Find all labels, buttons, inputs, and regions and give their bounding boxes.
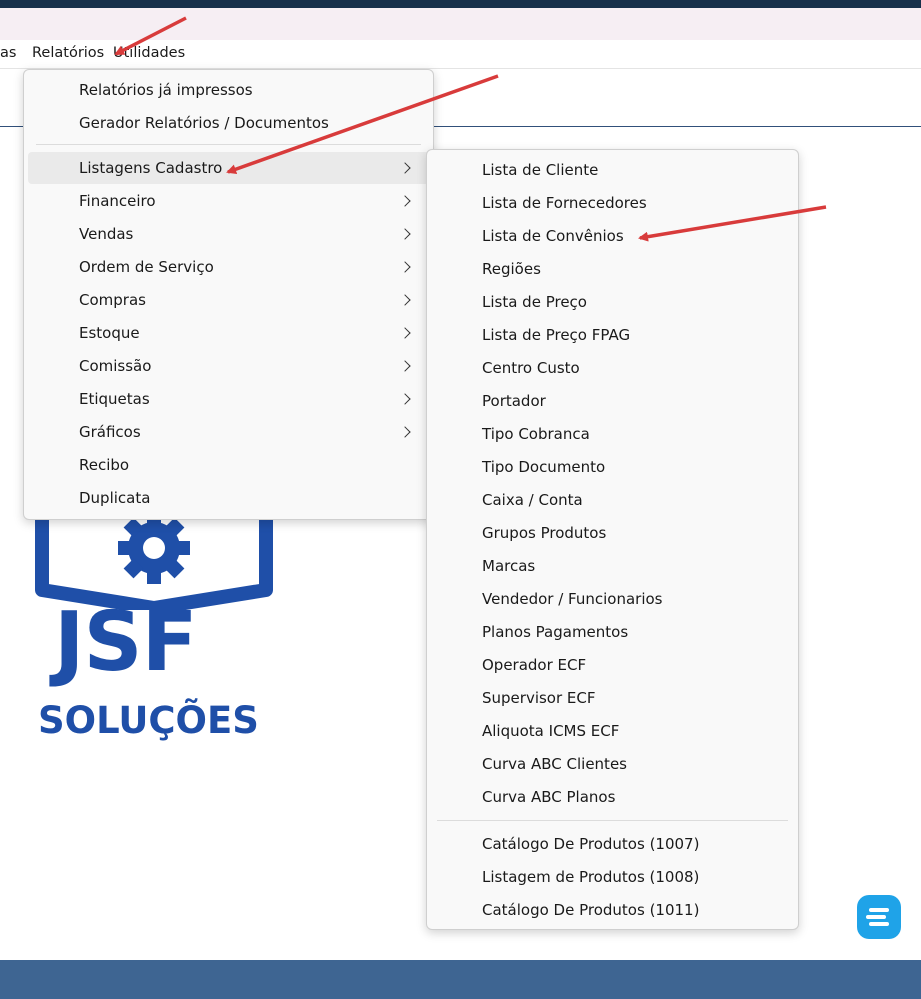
submenu-item-label: Lista de Fornecedores: [482, 194, 647, 212]
submenu-item-lista-de-fornecedores[interactable]: Lista de Fornecedores: [431, 187, 794, 219]
menu-item-financeiro[interactable]: Financeiro: [28, 185, 429, 217]
menu-item-label: Relatórios já impressos: [79, 81, 253, 99]
menu-item-ordem-de-servico[interactable]: Ordem de Serviço: [28, 251, 429, 283]
submenu-item-centro-custo[interactable]: Centro Custo: [431, 352, 794, 384]
menu-item-gerador-relatorios[interactable]: Gerador Relatórios / Documentos: [28, 107, 429, 139]
submenu-item-curva-abc-planos[interactable]: Curva ABC Planos: [431, 781, 794, 813]
submenu-item-operador-ecf[interactable]: Operador ECF: [431, 649, 794, 681]
submenu-item-lista-de-preco[interactable]: Lista de Preço: [431, 286, 794, 318]
submenu-item-label: Caixa / Conta: [482, 491, 583, 509]
submenu-item-catalogo-de-produtos-1007[interactable]: Catálogo De Produtos (1007): [431, 828, 794, 860]
relatorios-menu: Relatórios já impressos Gerador Relatóri…: [23, 69, 434, 520]
submenu-item-label: Curva ABC Clientes: [482, 755, 627, 773]
menu-item-graficos[interactable]: Gráficos: [28, 416, 429, 448]
submenu-item-label: Supervisor ECF: [482, 689, 596, 707]
menu-item-recibo[interactable]: Recibo: [28, 449, 429, 481]
submenu-item-tipo-documento[interactable]: Tipo Documento: [431, 451, 794, 483]
menu-item-label: Ordem de Serviço: [79, 258, 214, 276]
submenu-item-label: Lista de Preço: [482, 293, 587, 311]
menu-separator: [36, 144, 421, 145]
submenu-item-label: Marcas: [482, 557, 536, 575]
submenu-item-tipo-cobranca[interactable]: Tipo Cobranca: [431, 418, 794, 450]
menubar-item-relatorios[interactable]: Relatórios: [32, 45, 104, 61]
menu-item-label: Compras: [79, 291, 146, 309]
listagens-cadastro-submenu: Lista de Cliente Lista de Fornecedores Lis…: [426, 149, 799, 930]
submenu-item-caixa-conta[interactable]: Caixa / Conta: [431, 484, 794, 516]
menu-item-label: Vendas: [79, 225, 134, 243]
menu-item-label: Financeiro: [79, 192, 156, 210]
submenu-item-label: Lista de Cliente: [482, 161, 599, 179]
submenu-item-supervisor-ecf[interactable]: Supervisor ECF: [431, 682, 794, 714]
submenu-item-regioes[interactable]: Regiões: [431, 253, 794, 285]
menu-item-compras[interactable]: Compras: [28, 284, 429, 316]
submenu-item-label: Centro Custo: [482, 359, 580, 377]
chat-widget-icon[interactable]: [857, 895, 901, 939]
submenu-item-planos-pagamentos[interactable]: Planos Pagamentos: [431, 616, 794, 648]
submenu-item-lista-de-convenios[interactable]: Lista de Convênios: [431, 220, 794, 252]
submenu-item-label: Regiões: [482, 260, 541, 278]
submenu-item-grupos-produtos[interactable]: Grupos Produtos: [431, 517, 794, 549]
submenu-item-label: Vendedor / Funcionarios: [482, 590, 663, 608]
chevron-right-icon: [399, 261, 411, 273]
menu-item-label: Comissão: [79, 357, 152, 375]
menu-item-comissao[interactable]: Comissão: [28, 350, 429, 382]
jsf-logo: JSF SOLUÇÕES: [20, 490, 300, 760]
menu-item-label: Estoque: [79, 324, 140, 342]
menu-item-label: Recibo: [79, 456, 130, 474]
menu-item-label: Duplicata: [79, 489, 151, 507]
submenu-item-label: Planos Pagamentos: [482, 623, 629, 641]
chevron-right-icon: [399, 327, 411, 339]
chevron-right-icon: [399, 162, 411, 174]
menu-item-etiquetas[interactable]: Etiquetas: [28, 383, 429, 415]
submenu-item-vendedor-funcionarios[interactable]: Vendedor / Funcionarios: [431, 583, 794, 615]
menu-item-vendas[interactable]: Vendas: [28, 218, 429, 250]
submenu-item-label: Lista de Convênios: [482, 227, 624, 245]
submenu-item-marcas[interactable]: Marcas: [431, 550, 794, 582]
submenu-item-lista-de-cliente[interactable]: Lista de Cliente: [431, 154, 794, 186]
submenu-item-label: Tipo Documento: [482, 458, 606, 476]
window-titlebar: [0, 0, 921, 8]
menu-item-label: Gerador Relatórios / Documentos: [79, 114, 329, 132]
menubar-item-utilidades[interactable]: Utilidades: [113, 45, 185, 61]
submenu-item-catalogo-de-produtos-1011[interactable]: Catálogo De Produtos (1011): [431, 894, 794, 926]
menubar: as Relatórios Utilidades: [0, 40, 921, 69]
menu-item-listagens-cadastro[interactable]: Listagens Cadastro: [28, 152, 429, 184]
submenu-item-label: Grupos Produtos: [482, 524, 607, 542]
submenu-item-label: Catálogo De Produtos (1007): [482, 835, 700, 853]
menu-item-label: Etiquetas: [79, 390, 150, 408]
logo-text: JSF: [54, 595, 198, 690]
submenu-item-lista-de-preco-fpag[interactable]: Lista de Preço FPAG: [431, 319, 794, 351]
chevron-right-icon: [399, 228, 411, 240]
submenu-item-label: Lista de Preço FPAG: [482, 326, 631, 344]
submenu-item-label: Catálogo De Produtos (1011): [482, 901, 700, 919]
menu-item-duplicata[interactable]: Duplicata: [28, 482, 429, 514]
chevron-right-icon: [399, 360, 411, 372]
menu-item-relatorios-impressos[interactable]: Relatórios já impressos: [28, 74, 429, 106]
menu-item-label: Gráficos: [79, 423, 141, 441]
submenu-item-curva-abc-clientes[interactable]: Curva ABC Clientes: [431, 748, 794, 780]
menubar-item-partial[interactable]: as: [0, 45, 16, 61]
chevron-right-icon: [399, 426, 411, 438]
submenu-item-label: Aliquota ICMS ECF: [482, 722, 620, 740]
submenu-item-label: Operador ECF: [482, 656, 587, 674]
status-bar: [0, 960, 921, 999]
chevron-right-icon: [399, 294, 411, 306]
submenu-item-label: Portador: [482, 392, 546, 410]
submenu-item-aliquota-icms-ecf[interactable]: Aliquota ICMS ECF: [431, 715, 794, 747]
window-header-strip: [0, 8, 921, 40]
menu-separator: [437, 820, 788, 821]
submenu-item-listagem-de-produtos-1008[interactable]: Listagem de Produtos (1008): [431, 861, 794, 893]
menu-item-label: Listagens Cadastro: [79, 159, 223, 177]
submenu-item-label: Tipo Cobranca: [482, 425, 590, 443]
submenu-item-portador[interactable]: Portador: [431, 385, 794, 417]
menu-item-estoque[interactable]: Estoque: [28, 317, 429, 349]
chevron-right-icon: [399, 195, 411, 207]
chevron-right-icon: [399, 393, 411, 405]
submenu-item-label: Curva ABC Planos: [482, 788, 616, 806]
logo-subtitle: SOLUÇÕES: [38, 699, 259, 742]
submenu-item-label: Listagem de Produtos (1008): [482, 868, 700, 886]
